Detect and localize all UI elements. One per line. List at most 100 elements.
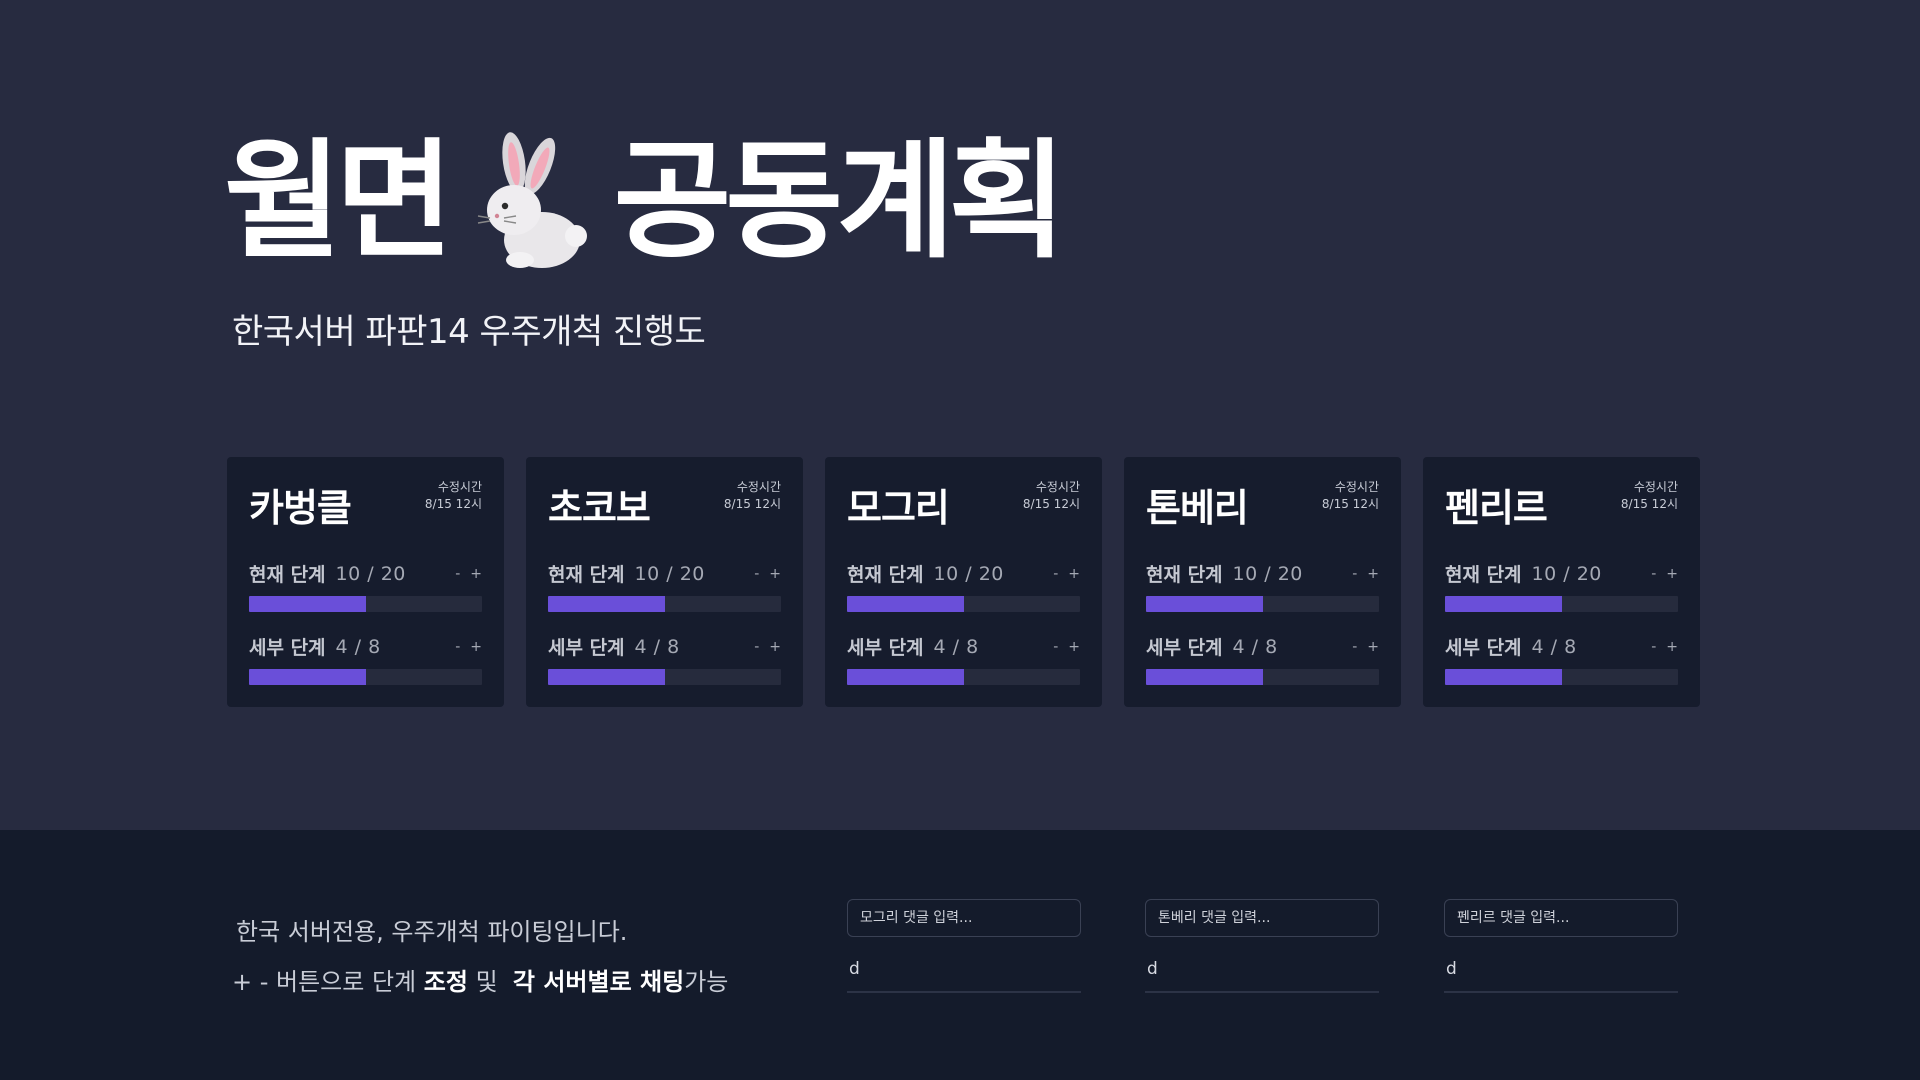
edit-time-box: 수정시간 8/15 12시: [425, 479, 482, 513]
substage-minus-button[interactable]: -: [1651, 639, 1656, 655]
info-text-e: 가능: [684, 968, 729, 996]
server-name: 카벙클: [249, 486, 352, 530]
substage-value: 4 / 8: [1232, 635, 1278, 658]
server-name: 초코보: [548, 486, 651, 530]
page-title: 월면 공동계획: [224, 122, 1067, 282]
stage-progress-fill: [847, 596, 964, 612]
stage-minus-button[interactable]: -: [1352, 566, 1357, 582]
stage-minus-button[interactable]: -: [1053, 566, 1058, 582]
stage-progress-bar: [548, 596, 781, 612]
stage-plus-button[interactable]: +: [769, 566, 781, 582]
substage-progress-fill: [1146, 669, 1263, 685]
stage-minus-button[interactable]: -: [455, 566, 460, 582]
substage-label: 세부 단계: [548, 637, 625, 659]
info-text-b: 조정: [423, 968, 468, 996]
stage-minus-button[interactable]: -: [754, 566, 759, 582]
stage-label: 현재 단계: [847, 564, 924, 586]
comment-text: d: [1444, 959, 1678, 993]
substage-row: 세부 단계 4 / 8 - +: [548, 633, 781, 660]
substage-plus-button[interactable]: +: [1666, 639, 1678, 655]
substage-plus-button[interactable]: +: [470, 639, 482, 655]
comment-input[interactable]: [1145, 899, 1379, 937]
server-card: 톤베리 수정시간 8/15 12시 현재 단계 10 / 20 - + 세부 단…: [1124, 457, 1401, 707]
footer-panel: 한국 서버전용, 우주개척 파이팅입니다. + - 버튼으로 단계 조정 및 각…: [0, 830, 1920, 1080]
info-text-a: + - 버튼으로 단계: [232, 968, 424, 996]
comment-column-mogri: d: [847, 899, 1081, 993]
edit-time-label: 수정시간: [437, 480, 482, 494]
stage-progress-bar: [249, 596, 482, 612]
substage-progress-fill: [1445, 669, 1562, 685]
stage-label: 현재 단계: [1445, 564, 1522, 586]
substage-progress-bar: [847, 669, 1080, 685]
substage-row: 세부 단계 4 / 8 - +: [249, 633, 482, 660]
stage-progress-fill: [1445, 596, 1562, 612]
substage-minus-button[interactable]: -: [1352, 639, 1357, 655]
substage-progress-fill: [847, 669, 964, 685]
server-cards: 카벙클 수정시간 8/15 12시 현재 단계 10 / 20 - + 세부 단…: [227, 457, 1700, 707]
stage-label: 현재 단계: [249, 564, 326, 586]
substage-progress-bar: [548, 669, 781, 685]
stage-value: 10 / 20: [1232, 562, 1303, 585]
server-name: 모그리: [847, 486, 950, 530]
substage-row: 세부 단계 4 / 8 - +: [1146, 633, 1379, 660]
title-right: 공동계획: [613, 127, 1067, 276]
substage-row: 세부 단계 4 / 8 - +: [1445, 633, 1678, 660]
stage-value: 10 / 20: [634, 562, 705, 585]
info-line-1: 한국 서버전용, 우주개척 파이팅입니다.: [236, 918, 628, 946]
subtitle: 한국서버 파판14 우주개척 진행도: [232, 312, 706, 352]
stage-progress-fill: [1146, 596, 1263, 612]
edit-time-value: 8/15 12시: [723, 497, 781, 511]
info-text-d: 각 서버별로 채팅: [512, 968, 685, 996]
stage-value: 10 / 20: [335, 562, 406, 585]
info-text-c: 및: [467, 968, 513, 996]
substage-value: 4 / 8: [933, 635, 979, 658]
edit-time-label: 수정시간: [1035, 480, 1080, 494]
substage-minus-button[interactable]: -: [455, 639, 460, 655]
comment-column-fenrir: d: [1444, 899, 1678, 993]
substage-label: 세부 단계: [847, 637, 924, 659]
comment-input[interactable]: [1444, 899, 1678, 937]
substage-progress-bar: [249, 669, 482, 685]
substage-label: 세부 단계: [249, 637, 326, 659]
info-line-2: + - 버튼으로 단계 조정 및 각 서버별로 채팅가능: [232, 962, 728, 997]
stage-plus-button[interactable]: +: [1367, 566, 1379, 582]
substage-label: 세부 단계: [1445, 637, 1522, 659]
substage-minus-button[interactable]: -: [1053, 639, 1058, 655]
stage-value: 10 / 20: [933, 562, 1004, 585]
stage-progress-bar: [1445, 596, 1678, 612]
stage-row: 현재 단계 10 / 20 - +: [249, 560, 482, 587]
substage-plus-button[interactable]: +: [1367, 639, 1379, 655]
server-card: 초코보 수정시간 8/15 12시 현재 단계 10 / 20 - + 세부 단…: [526, 457, 803, 707]
server-name: 펜리르: [1445, 486, 1548, 530]
edit-time-box: 수정시간 8/15 12시: [1621, 479, 1678, 513]
substage-progress-fill: [548, 669, 665, 685]
edit-time-label: 수정시간: [1633, 480, 1678, 494]
server-card: 모그리 수정시간 8/15 12시 현재 단계 10 / 20 - + 세부 단…: [825, 457, 1102, 707]
stage-plus-button[interactable]: +: [470, 566, 482, 582]
stage-plus-button[interactable]: +: [1068, 566, 1080, 582]
substage-plus-button[interactable]: +: [769, 639, 781, 655]
stage-minus-button[interactable]: -: [1651, 566, 1656, 582]
comment-text: d: [847, 959, 1081, 993]
substage-label: 세부 단계: [1146, 637, 1223, 659]
substage-minus-button[interactable]: -: [754, 639, 759, 655]
stage-progress-bar: [847, 596, 1080, 612]
edit-time-value: 8/15 12시: [1620, 497, 1678, 511]
comment-column-tonberry: d: [1145, 899, 1379, 993]
edit-time-value: 8/15 12시: [1022, 497, 1080, 511]
edit-time-value: 8/15 12시: [424, 497, 482, 511]
edit-time-box: 수정시간 8/15 12시: [1322, 479, 1379, 513]
stage-progress-fill: [249, 596, 366, 612]
substage-plus-button[interactable]: +: [1068, 639, 1080, 655]
substage-progress-fill: [249, 669, 366, 685]
edit-time-label: 수정시간: [1334, 480, 1379, 494]
stage-label: 현재 단계: [548, 564, 625, 586]
server-card: 카벙클 수정시간 8/15 12시 현재 단계 10 / 20 - + 세부 단…: [227, 457, 504, 707]
substage-row: 세부 단계 4 / 8 - +: [847, 633, 1080, 660]
comment-input[interactable]: [847, 899, 1081, 937]
stage-plus-button[interactable]: +: [1666, 566, 1678, 582]
stage-row: 현재 단계 10 / 20 - +: [1146, 560, 1379, 587]
substage-value: 4 / 8: [634, 635, 680, 658]
stage-row: 현재 단계 10 / 20 - +: [1445, 560, 1678, 587]
stage-progress-bar: [1146, 596, 1379, 612]
